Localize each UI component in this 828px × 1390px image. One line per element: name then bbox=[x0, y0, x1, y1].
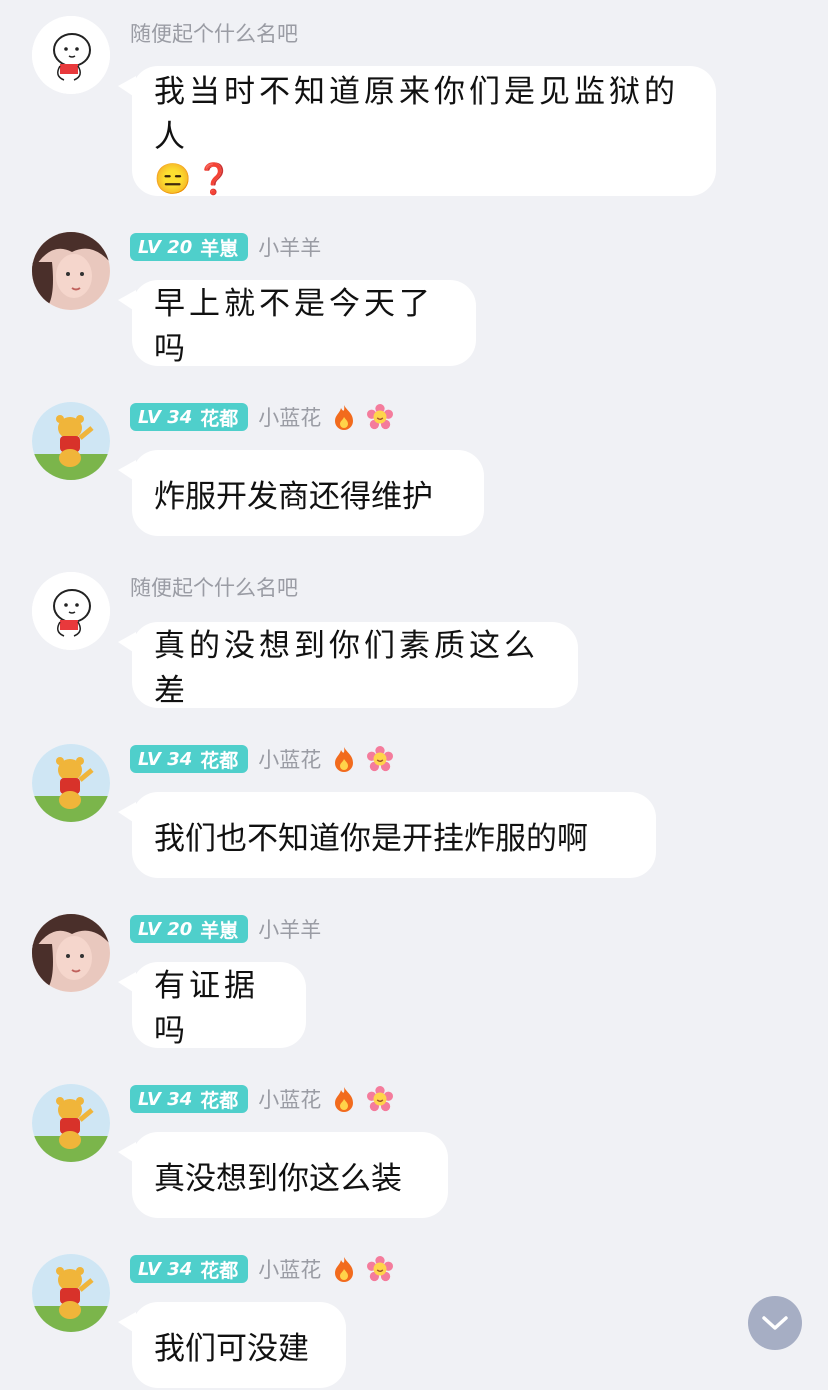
level-text: LV 20 bbox=[138, 918, 193, 940]
avatar[interactable] bbox=[32, 232, 110, 310]
level-badge: LV 34 花都 bbox=[130, 1255, 249, 1283]
sender-name[interactable]: 小蓝花 bbox=[258, 1254, 321, 1284]
message-bubble[interactable]: 我当时不知道原来你们是见监狱的人 😑❓ bbox=[132, 66, 716, 197]
message-header: LV 34 花都 小蓝花 bbox=[130, 1084, 394, 1114]
message-header: LV 34 花都 小蓝花 bbox=[130, 744, 394, 774]
message-text: 真的没想到你们素质这么差 bbox=[154, 628, 539, 709]
group-text: 花都 bbox=[200, 749, 239, 772]
group-text: 花都 bbox=[200, 407, 239, 430]
sender-name[interactable]: 小蓝花 bbox=[258, 402, 321, 432]
fire-icon bbox=[335, 405, 354, 430]
message-bubble[interactable]: 真的没想到你们素质这么差 bbox=[132, 622, 578, 709]
level-badge: LV 34 花都 bbox=[130, 745, 249, 773]
sender-name[interactable]: 随便起个什么名吧 bbox=[130, 572, 298, 602]
message-text: 我当时不知道原来你们是见监狱的人 bbox=[154, 73, 679, 155]
message-bubble[interactable]: 我们也不知道你是开挂炸服的啊 bbox=[132, 792, 656, 878]
pooh-bear-avatar-icon bbox=[32, 744, 110, 822]
avatar[interactable] bbox=[32, 914, 110, 992]
level-text: LV 34 bbox=[138, 1088, 193, 1110]
fire-icon bbox=[335, 1087, 354, 1112]
chat-list[interactable]: 随便起个什么名吧 我当时不知道原来你们是见监狱的人 😑❓ LV 20 羊崽 小羊… bbox=[0, 0, 828, 1390]
avatar[interactable] bbox=[32, 572, 110, 650]
flower-icon bbox=[367, 746, 394, 772]
group-text: 羊崽 bbox=[200, 919, 239, 942]
message-bubble[interactable]: 早上就不是今天了吗 bbox=[132, 280, 476, 367]
level-badge: LV 34 花都 bbox=[130, 1085, 249, 1113]
message-bubble[interactable]: 真没想到你这么装 bbox=[132, 1132, 448, 1218]
message-text: 早上就不是今天了吗 bbox=[154, 286, 434, 367]
group-text: 花都 bbox=[200, 1259, 239, 1282]
message-bubble[interactable]: 我们可没建 bbox=[132, 1302, 346, 1388]
level-badge: LV 20 羊崽 bbox=[130, 233, 249, 261]
fire-icon bbox=[335, 747, 354, 772]
fire-icon bbox=[335, 1257, 354, 1282]
message-header: LV 34 花都 小蓝花 bbox=[130, 1254, 394, 1284]
message-bubble[interactable]: 有证据吗 bbox=[132, 962, 306, 1049]
message-header: LV 34 花都 小蓝花 bbox=[130, 402, 394, 432]
sender-name[interactable]: 小蓝花 bbox=[258, 1084, 321, 1114]
avatar[interactable] bbox=[32, 744, 110, 822]
sender-name[interactable]: 小蓝花 bbox=[258, 744, 321, 774]
pooh-bear-avatar-icon bbox=[32, 402, 110, 480]
message-header: LV 20 羊崽 小羊羊 bbox=[130, 232, 321, 262]
group-text: 羊崽 bbox=[200, 237, 239, 260]
flower-icon bbox=[367, 1086, 394, 1112]
level-text: LV 20 bbox=[138, 236, 193, 258]
chevron-down-icon bbox=[762, 1316, 788, 1330]
level-text: LV 34 bbox=[138, 748, 193, 770]
flower-icon bbox=[367, 1256, 394, 1282]
sender-name[interactable]: 小羊羊 bbox=[258, 232, 321, 262]
message-text: 真没想到你这么装 bbox=[154, 1160, 402, 1197]
girl-photo-avatar-icon bbox=[32, 232, 110, 310]
avatar[interactable] bbox=[32, 1084, 110, 1162]
scroll-to-bottom-button[interactable] bbox=[748, 1296, 802, 1350]
sketch-man-avatar-icon bbox=[32, 16, 110, 94]
message-bubble[interactable]: 炸服开发商还得维护 bbox=[132, 450, 484, 536]
message-header: LV 20 羊崽 小羊羊 bbox=[130, 914, 321, 944]
girl-photo-avatar-icon bbox=[32, 914, 110, 992]
message-header: 随便起个什么名吧 bbox=[130, 18, 298, 48]
message-text: 我们也不知道你是开挂炸服的啊 bbox=[154, 820, 588, 857]
sender-name[interactable]: 小羊羊 bbox=[258, 914, 321, 944]
message-header: 随便起个什么名吧 bbox=[130, 572, 298, 602]
group-text: 花都 bbox=[200, 1089, 239, 1112]
pooh-bear-avatar-icon bbox=[32, 1084, 110, 1162]
sketch-man-avatar-icon bbox=[32, 572, 110, 650]
emoji: 😑❓ bbox=[154, 161, 237, 197]
avatar[interactable] bbox=[32, 16, 110, 94]
message-text: 我们可没建 bbox=[154, 1330, 309, 1367]
level-text: LV 34 bbox=[138, 1258, 193, 1280]
level-badge: LV 20 羊崽 bbox=[130, 915, 249, 943]
pooh-bear-avatar-icon bbox=[32, 1254, 110, 1332]
avatar[interactable] bbox=[32, 1254, 110, 1332]
avatar[interactable] bbox=[32, 402, 110, 480]
message-text: 炸服开发商还得维护 bbox=[154, 478, 433, 515]
sender-name[interactable]: 随便起个什么名吧 bbox=[130, 18, 298, 48]
level-text: LV 34 bbox=[138, 406, 193, 428]
message-text: 有证据吗 bbox=[154, 968, 259, 1049]
level-badge: LV 34 花都 bbox=[130, 403, 249, 431]
flower-icon bbox=[367, 404, 394, 430]
